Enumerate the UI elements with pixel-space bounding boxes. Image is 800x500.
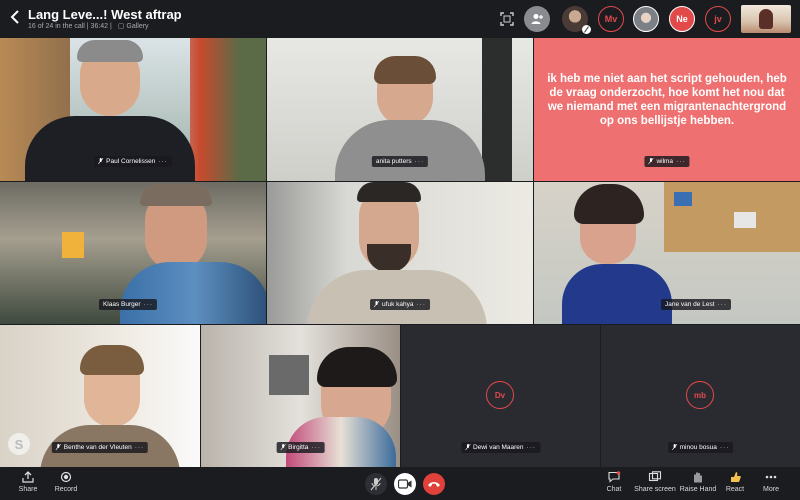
avatar-initials: Dv <box>486 381 514 409</box>
mic-off-icon <box>648 158 654 165</box>
more-options-icon[interactable]: ··· <box>144 301 154 308</box>
avatar-participant-2[interactable] <box>633 6 659 32</box>
more-options-icon[interactable]: ··· <box>676 158 686 165</box>
gallery-icon: ▢ <box>117 23 125 30</box>
video-tile-wilma[interactable]: ik heb me niet aan het script gehouden, … <box>534 38 800 181</box>
call-status: 16 of 24 in the call | 36:42 | ▢ Gallery <box>28 23 149 30</box>
more-options-icon[interactable]: ··· <box>416 301 426 308</box>
participant-name: Benthe van der Vleuten <box>63 444 132 451</box>
raise-hand-icon <box>694 472 702 483</box>
participant-label: Dewi van Maaren ··· <box>460 442 541 453</box>
call-title[interactable]: Lang Leve...! West aftrap <box>28 7 182 22</box>
mic-off-icon <box>55 444 61 451</box>
live-caption: ik heb me niet aan het script gehouden, … <box>547 73 787 127</box>
participant-name: Dewi van Maaren <box>472 444 524 451</box>
video-tile-paul-cornelissen[interactable]: Paul Cornelissen ··· <box>0 38 266 181</box>
mic-off-icon <box>671 444 677 451</box>
video-tile-jane-van-de-lest[interactable]: Jane van de Lest ··· <box>534 182 800 324</box>
participant-label: Birgitta ··· <box>276 442 325 453</box>
record-icon <box>60 471 72 483</box>
video-tile-klaas-burger[interactable]: Klaas Burger ··· <box>0 182 266 324</box>
participant-name: Klaas Burger <box>102 301 141 308</box>
participant-label: ufuk kahya ··· <box>370 299 430 310</box>
call-duration: 36:42 <box>90 23 109 30</box>
avatar-participant-1[interactable] <box>562 6 591 34</box>
participant-name: ufuk kahya <box>382 301 414 308</box>
more-options-icon[interactable]: ··· <box>527 444 537 451</box>
lamp <box>62 232 84 258</box>
participant-body <box>335 120 485 181</box>
more-options-icon[interactable]: ··· <box>720 444 730 451</box>
fullscreen-icon[interactable] <box>500 12 514 26</box>
participant-label: Benthe van der Vleuten ··· <box>51 442 149 453</box>
participant-count: 16 of 24 in the call <box>28 23 85 30</box>
avatar-initials-mv[interactable]: Mv <box>598 6 624 32</box>
view-mode-label[interactable]: Gallery <box>126 23 148 30</box>
participant-name: anita putters <box>375 158 412 165</box>
participant-label: Klaas Burger ··· <box>98 299 158 310</box>
video-tile-ufuk-kahya[interactable]: ufuk kahya ··· <box>267 182 533 324</box>
mic-off-icon <box>374 301 380 308</box>
participant-name: minou bosua <box>679 444 717 451</box>
bottom-toolbar: Share Record Chat Share screen Raise Han… <box>0 467 800 500</box>
share-screen-icon <box>648 471 662 482</box>
video-tile-dewi-van-maaren[interactable]: Dv Dewi van Maaren ··· <box>401 325 600 467</box>
skype-logo-icon: S <box>8 433 30 455</box>
add-person-button[interactable] <box>524 6 550 32</box>
participant-label: Jane van de Lest ··· <box>660 299 732 310</box>
more-options-icon[interactable]: ··· <box>135 444 145 451</box>
more-icon <box>765 475 777 479</box>
chevron-left-icon[interactable] <box>9 9 21 25</box>
more-button[interactable]: More <box>741 471 800 493</box>
self-view-thumbnail[interactable] <box>741 5 791 33</box>
video-tile-minou-bosua[interactable]: mb minou bosua ··· <box>601 325 800 467</box>
more-options-icon[interactable]: ··· <box>718 301 728 308</box>
mic-off-icon <box>370 477 382 491</box>
chat-icon <box>608 471 621 483</box>
avatar-initials: mb <box>686 381 714 409</box>
more-options-icon[interactable]: ··· <box>158 158 168 165</box>
participant-body <box>120 262 266 324</box>
video-toggle-button[interactable] <box>394 473 416 495</box>
participant-label: wilma ··· <box>644 156 690 167</box>
hang-up-icon <box>428 482 440 487</box>
participant-body <box>307 270 487 324</box>
mic-off-icon <box>582 25 591 34</box>
participant-label: anita putters ··· <box>371 156 429 167</box>
video-tile-birgitta[interactable]: Birgitta ··· <box>201 325 400 467</box>
participant-name: Birgitta <box>288 444 309 451</box>
hang-up-button[interactable] <box>423 473 445 495</box>
avatar-initials-jv[interactable]: jv <box>705 6 731 32</box>
react-icon <box>731 472 741 482</box>
mute-toggle-button[interactable] <box>365 473 387 495</box>
add-person-icon <box>531 14 543 24</box>
video-tile-benthe-van-der-vleuten[interactable]: S Benthe van der Vleuten ··· <box>0 325 200 467</box>
mic-off-icon <box>98 158 104 165</box>
participant-label: minou bosua ··· <box>667 442 734 453</box>
participant-name: Paul Cornelissen <box>106 158 156 165</box>
record-button[interactable]: Record <box>36 471 96 493</box>
top-bar: Lang Leve...! West aftrap 16 of 24 in th… <box>0 0 800 38</box>
participant-body <box>562 264 672 324</box>
avatar-initials-ne[interactable]: Ne <box>669 6 695 32</box>
participant-name: Jane van de Lest <box>664 301 715 308</box>
more-options-icon[interactable]: ··· <box>311 444 321 451</box>
share-icon <box>22 471 34 483</box>
mic-off-icon <box>464 444 470 451</box>
participant-label: Paul Cornelissen ··· <box>94 156 172 167</box>
participant-name: wilma <box>656 158 674 165</box>
video-tile-anita-putters[interactable]: anita putters ··· <box>267 38 533 181</box>
more-options-icon[interactable]: ··· <box>415 158 425 165</box>
participant-body <box>25 116 195 181</box>
video-icon <box>398 479 412 489</box>
mic-off-icon <box>280 444 286 451</box>
